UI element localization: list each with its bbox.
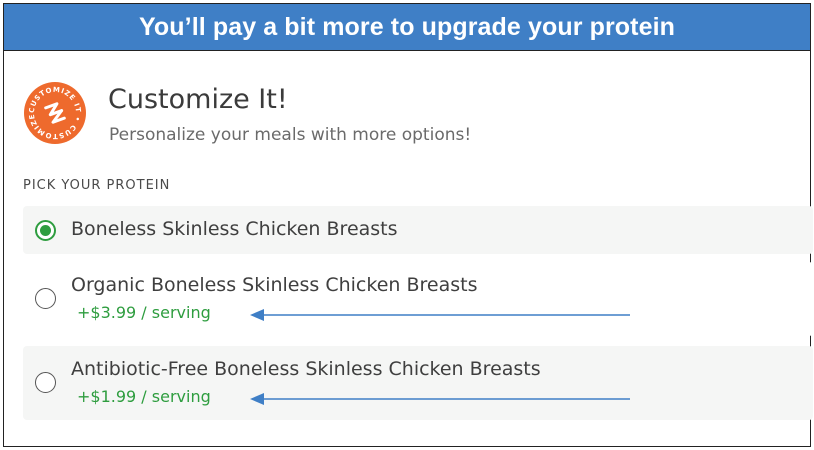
protein-option-antibiotic-free-chicken[interactable]: Antibiotic-Free Boneless Skinless Chicke… bbox=[23, 346, 813, 420]
customize-panel: CUSTOMIZE IT • CUSTOMIZE IT • Customize … bbox=[4, 52, 813, 446]
price-upcharge: +$1.99 / serving bbox=[77, 387, 211, 406]
protein-option-label: Boneless Skinless Chicken Breasts bbox=[71, 218, 398, 240]
radio-selected-icon[interactable] bbox=[35, 220, 56, 241]
arrow-left-icon bbox=[250, 393, 630, 405]
radio-unselected-icon[interactable] bbox=[35, 372, 56, 393]
protein-option-label: Organic Boneless Skinless Chicken Breast… bbox=[71, 274, 478, 296]
radio-unselected-icon[interactable] bbox=[35, 288, 56, 309]
screenshot-frame: You’ll pay a bit more to upgrade your pr… bbox=[3, 3, 813, 447]
arrow-left-icon bbox=[250, 309, 630, 321]
protein-option-chicken[interactable]: Boneless Skinless Chicken Breasts bbox=[23, 206, 813, 254]
price-upcharge: +$3.99 / serving bbox=[77, 303, 211, 322]
customize-it-badge-icon: CUSTOMIZE IT • CUSTOMIZE IT • bbox=[24, 82, 86, 144]
banner-text: You’ll pay a bit more to upgrade your pr… bbox=[138, 12, 676, 41]
protein-option-label: Antibiotic-Free Boneless Skinless Chicke… bbox=[71, 358, 541, 380]
page-title: Customize It! bbox=[108, 84, 288, 115]
annotation-banner: You’ll pay a bit more to upgrade your pr… bbox=[4, 4, 810, 51]
page-subtitle: Personalize your meals with more options… bbox=[109, 125, 472, 145]
section-label-protein: PICK YOUR PROTEIN bbox=[23, 178, 171, 193]
protein-option-organic-chicken[interactable]: Organic Boneless Skinless Chicken Breast… bbox=[23, 262, 813, 336]
